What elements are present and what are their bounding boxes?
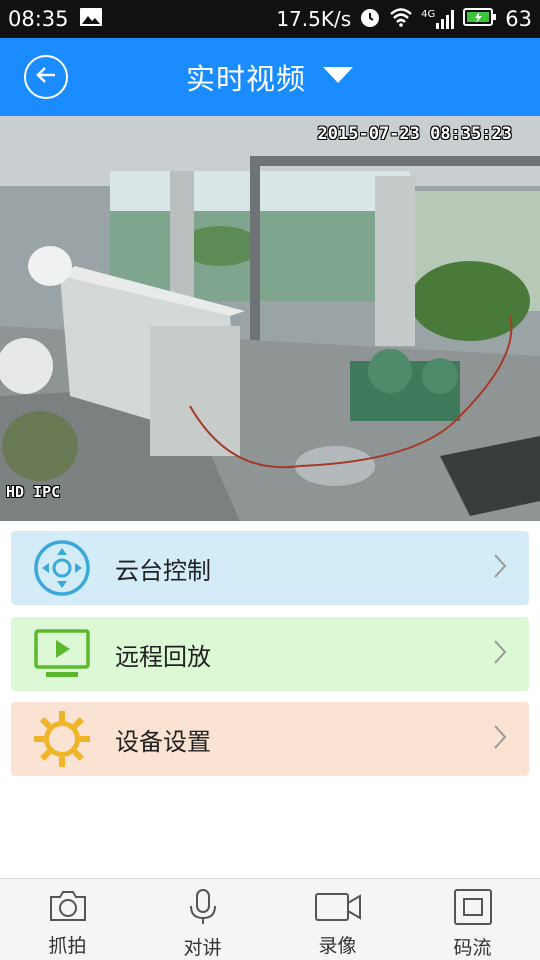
page-title: 实时视频 bbox=[185, 62, 306, 96]
battery-icon bbox=[463, 7, 497, 32]
tab-label-intercom: 对讲 bbox=[183, 937, 222, 959]
chevron-right-icon bbox=[493, 724, 507, 754]
tab-snapshot[interactable]: 抓拍 bbox=[0, 879, 135, 960]
video-timestamp: 2015-07-23 08:35:23 bbox=[317, 124, 512, 144]
tab-stream[interactable]: 码流 bbox=[405, 879, 540, 960]
live-video-view[interactable]: 2015-07-23 08:35:23 HD IPC bbox=[0, 116, 540, 521]
image-notification-icon bbox=[79, 7, 103, 32]
alarm-icon bbox=[359, 6, 381, 33]
tab-label-record: 录像 bbox=[318, 935, 357, 957]
menu-label-remote-playback: 远程回放 bbox=[115, 642, 211, 671]
video-camera-label: HD IPC bbox=[6, 483, 61, 501]
menu-item-ptz-control[interactable]: 云台控制 bbox=[11, 531, 529, 605]
title-dropdown[interactable]: 实时视频 bbox=[186, 56, 354, 98]
playback-icon bbox=[31, 623, 93, 685]
menu-label-ptz-control: 云台控制 bbox=[115, 556, 211, 585]
microphone-icon bbox=[186, 889, 220, 929]
header-bar: 实时视频 bbox=[0, 38, 540, 116]
tab-record[interactable]: 录像 bbox=[270, 879, 405, 960]
status-bar: 08:35 17.5K/s 4G 63 bbox=[0, 0, 540, 38]
menu-item-remote-playback[interactable]: 远程回放 bbox=[11, 617, 529, 691]
stream-icon bbox=[453, 889, 493, 929]
tab-label-snapshot: 抓拍 bbox=[48, 935, 87, 957]
network-speed: 17.5K/s bbox=[276, 7, 352, 31]
menu-label-device-settings: 设备设置 bbox=[115, 727, 211, 756]
camera-icon bbox=[48, 889, 88, 927]
chevron-right-icon bbox=[493, 553, 507, 583]
video-record-icon bbox=[314, 889, 362, 927]
menu-item-device-settings[interactable]: 设备设置 bbox=[11, 702, 529, 776]
chevron-right-icon bbox=[493, 639, 507, 669]
wifi-icon bbox=[389, 7, 413, 32]
back-button[interactable] bbox=[24, 55, 68, 99]
tab-label-stream: 码流 bbox=[453, 937, 492, 959]
gear-icon bbox=[31, 708, 93, 770]
back-arrow-icon bbox=[34, 63, 58, 91]
video-frame-image bbox=[0, 116, 540, 521]
status-time: 08:35 bbox=[8, 7, 69, 31]
dropdown-triangle-icon bbox=[322, 66, 354, 88]
ptz-control-icon bbox=[31, 537, 93, 599]
signal-icon: 4G bbox=[421, 9, 455, 29]
battery-level: 63 bbox=[505, 7, 532, 31]
bottom-toolbar: 抓拍 对讲 录像 码流 bbox=[0, 878, 540, 960]
tab-intercom[interactable]: 对讲 bbox=[135, 879, 270, 960]
network-type: 4G bbox=[421, 9, 436, 20]
